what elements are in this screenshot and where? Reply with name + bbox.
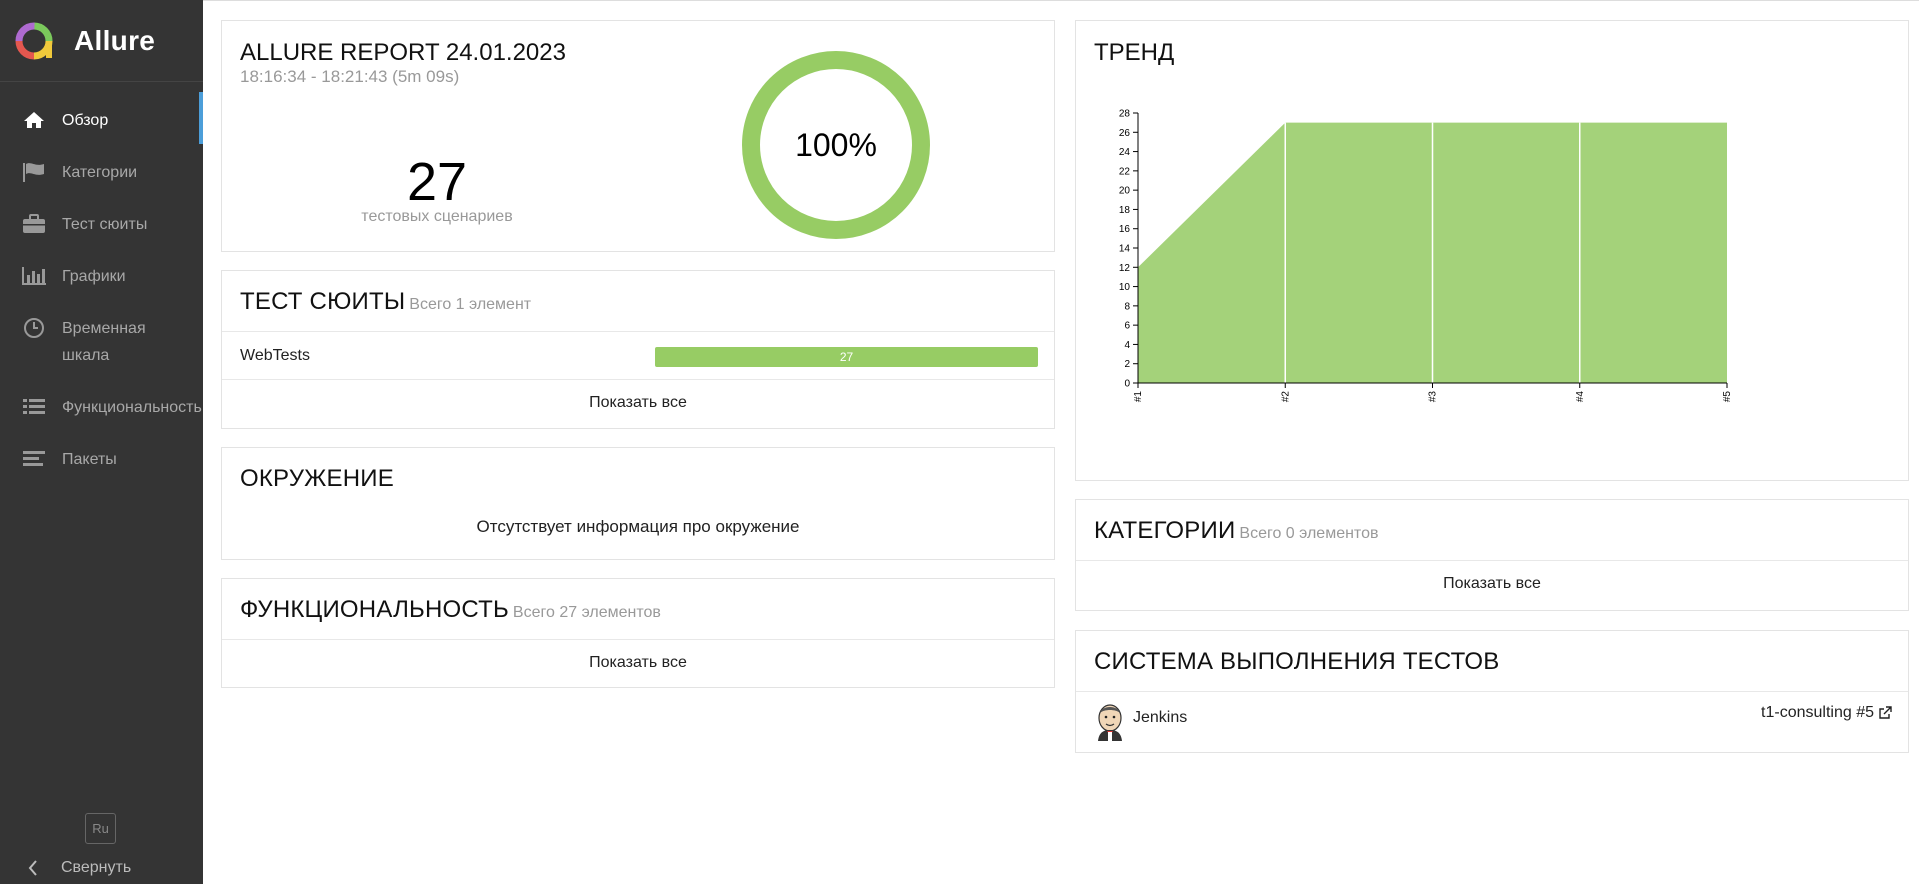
executor-row: Jenkins t1-consulting #5 [1076, 692, 1908, 742]
y-tick-label: 10 [1119, 282, 1131, 293]
executor-name: Jenkins [1133, 709, 1188, 726]
suites-subtitle: Всего 1 элемент [409, 296, 532, 313]
y-tick-label: 4 [1124, 340, 1130, 351]
y-tick-label: 20 [1119, 186, 1131, 197]
collapse-button[interactable]: Свернуть [26, 858, 131, 878]
x-tick-label: #1 [1133, 391, 1144, 403]
trend-title: ТРЕНД [1094, 39, 1175, 66]
y-tick-label: 28 [1119, 109, 1131, 120]
sidebar-item-behaviors[interactable]: Функциональность [0, 394, 203, 421]
suites-title: ТЕСТ СЮИТЫ [240, 288, 406, 315]
allure-logo-icon [15, 22, 53, 59]
categories-title: КАТЕГОРИИ [1094, 517, 1236, 544]
report-time: 18:16:34 - 18:21:43 (5m 09s) [240, 67, 460, 86]
testcase-count: 27 [406, 152, 468, 212]
jenkins-icon [1098, 704, 1122, 741]
suites-widget: ТЕСТ СЮИТЫ Всего 1 элемент WebTests 27 По… [221, 270, 1055, 429]
sidebar-item-label: Функциональность [62, 399, 202, 416]
sidebar-item-label: Пакеты [62, 451, 117, 468]
categories-widget: КАТЕГОРИИ Всего 0 элементов Показать все [1075, 499, 1909, 611]
chevron-left-icon [28, 860, 37, 876]
environment-empty-text: Отсутствует информация про окружение [476, 517, 800, 536]
x-tick-label: #2 [1280, 391, 1291, 403]
executors-title: СИСТЕМА ВЫПОЛНЕНИЯ ТЕСТОВ [1094, 648, 1500, 675]
categories-heading: КАТЕГОРИИ Всего 0 элементов [1094, 517, 1890, 545]
y-tick-label: 14 [1119, 244, 1131, 255]
x-tick-label: #4 [1575, 391, 1586, 403]
categories-header: КАТЕГОРИИ Всего 0 элементов [1076, 500, 1908, 561]
report-title: ALLURE REPORT 24.01.2023 [240, 39, 566, 66]
features-title: ФУНКЦИОНАЛЬНОСТЬ [240, 596, 509, 623]
suite-row[interactable]: WebTests 27 [222, 332, 1054, 380]
sidebar: Allure Обзор Категории Тест сюиты График… [0, 0, 203, 884]
sidebar-item-label: Категории [62, 164, 138, 181]
y-tick-label: 18 [1119, 205, 1131, 216]
bar-chart-icon [21, 263, 47, 289]
executors-widget: СИСТЕМА ВЫПОЛНЕНИЯ ТЕСТОВ Jenkins t1-con… [1075, 630, 1909, 753]
x-tick-label: #3 [1428, 391, 1439, 403]
suites-show-all-link[interactable]: Показать все [222, 380, 1054, 426]
features-widget: ФУНКЦИОНАЛЬНОСТЬ Всего 27 элементов Показ… [221, 578, 1055, 688]
language-button[interactable]: Ru [85, 813, 116, 844]
sidebar-nav: Обзор Категории Тест сюиты Графики Време… [0, 82, 203, 473]
briefcase-icon [21, 211, 47, 237]
testcase-count-label: тестовых сценариев [361, 208, 513, 225]
executor-build-link[interactable]: t1-consulting #5 [1761, 704, 1892, 722]
suite-status-bar: 27 [655, 347, 1038, 367]
y-tick-label: 8 [1124, 301, 1130, 312]
sidebar-item-label: Обзор [62, 112, 109, 129]
y-tick-label: 6 [1124, 321, 1130, 332]
x-tick-label: #5 [1722, 391, 1733, 403]
sidebar-item-label: Тест сюиты [62, 216, 148, 233]
features-show-all-link[interactable]: Показать все [222, 640, 1054, 686]
suite-name: WebTests [240, 346, 310, 364]
success-percent: 100% [795, 127, 877, 163]
sidebar-item-packages[interactable]: Пакеты [0, 446, 203, 473]
trend-chart: 0246810121416182022242628#1 #2 #3 #4 #5 [1119, 109, 1733, 403]
executors-header: СИСТЕМА ВЫПОЛНЕНИЯ ТЕСТОВ [1076, 631, 1908, 692]
y-tick-label: 2 [1124, 359, 1130, 370]
environment-header: ОКРУЖЕНИЕ [222, 448, 1054, 493]
sidebar-item-timeline[interactable]: Временная шкала [0, 315, 203, 369]
y-tick-label: 26 [1119, 128, 1131, 139]
categories-show-all-link[interactable]: Показать все [1076, 561, 1908, 607]
external-link-icon [1879, 706, 1892, 719]
suites-heading: ТЕСТ СЮИТЫ Всего 1 элемент [240, 288, 1036, 316]
y-tick-label: 24 [1119, 147, 1131, 158]
sidebar-item-overview[interactable]: Обзор [0, 92, 203, 144]
collapse-label: Свернуть [61, 859, 132, 876]
y-tick-label: 12 [1119, 263, 1131, 274]
environment-widget: ОКРУЖЕНИЕ Отсутствует информация про окр… [221, 447, 1055, 560]
trend-widget: ТРЕНД 0 2 4 6 8 10 12 14 16 18 20 22 24 26 28 #1 #2 #3 #4 #… [1075, 20, 1909, 481]
environment-title: ОКРУЖЕНИЕ [240, 465, 394, 492]
success-donut-chart: 100% [742, 51, 930, 239]
summary-widget: ALLURE REPORT 24.01.2023 18:16:34 - 18:2… [221, 20, 1055, 252]
main-content: ALLURE REPORT 24.01.2023 18:16:34 - 18:2… [203, 0, 1919, 884]
categories-subtitle: Всего 0 элементов [1239, 525, 1379, 542]
features-header: ФУНКЦИОНАЛЬНОСТЬ Всего 27 элементов [222, 579, 1054, 640]
y-tick-label: 22 [1119, 166, 1131, 177]
sidebar-item-categories[interactable]: Категории [0, 159, 203, 186]
y-tick-label: 16 [1119, 224, 1131, 235]
sidebar-item-graphs[interactable]: Графики [0, 263, 203, 290]
sidebar-item-label: Графики [62, 268, 126, 285]
suites-header: ТЕСТ СЮИТЫ Всего 1 элемент [222, 271, 1054, 332]
sidebar-item-label: Временная шкала [62, 320, 146, 364]
executor-build-label: t1-consulting #5 [1761, 704, 1874, 721]
clock-icon [21, 315, 47, 341]
features-heading: ФУНКЦИОНАЛЬНОСТЬ Всего 27 элементов [240, 596, 1036, 624]
brand[interactable]: Allure [0, 0, 203, 82]
brand-name: Allure [74, 24, 156, 56]
features-subtitle: Всего 27 элементов [512, 604, 661, 621]
flag-icon [21, 159, 47, 185]
align-left-icon [21, 446, 47, 472]
y-tick-label: 0 [1124, 379, 1130, 390]
list-icon [21, 394, 47, 420]
sidebar-item-suites[interactable]: Тест сюиты [0, 211, 203, 238]
home-icon [21, 107, 47, 133]
